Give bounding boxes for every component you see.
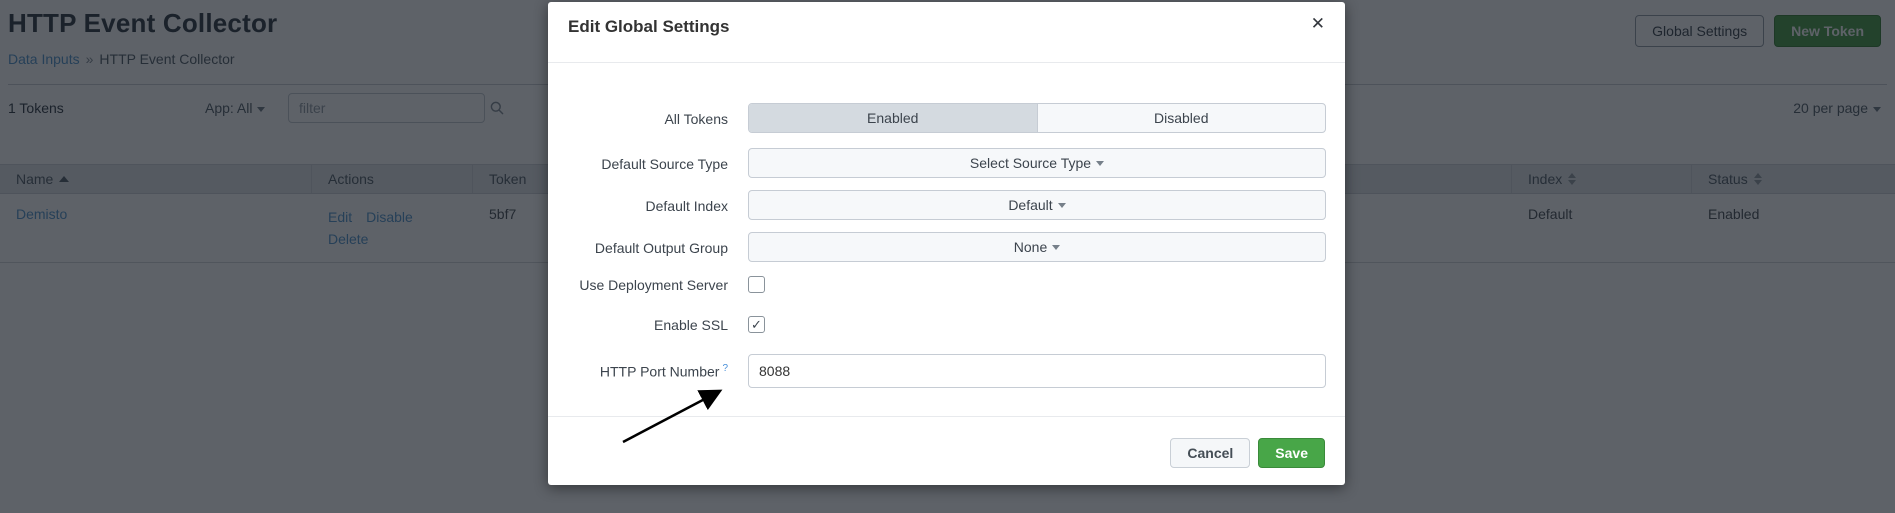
close-icon[interactable]: ✕	[1311, 15, 1325, 32]
save-button[interactable]: Save	[1258, 438, 1325, 468]
field-default-output-group: Default Output Group None	[548, 232, 1345, 262]
all-tokens-enabled-option[interactable]: Enabled	[749, 104, 1037, 132]
caret-down-icon	[1052, 245, 1060, 250]
field-all-tokens: All Tokens Enabled Disabled	[548, 103, 1345, 133]
all-tokens-label: All Tokens	[548, 111, 728, 127]
help-icon[interactable]: ?	[722, 363, 728, 374]
edit-global-settings-modal: Edit Global Settings ✕ All Tokens Enable…	[548, 2, 1345, 485]
modal-footer: Cancel Save	[1170, 438, 1325, 468]
modal-header-divider	[548, 62, 1345, 63]
default-output-group-dropdown[interactable]: None	[748, 232, 1326, 262]
all-tokens-toggle: Enabled Disabled	[748, 103, 1326, 133]
modal-title: Edit Global Settings	[568, 17, 730, 37]
caret-down-icon	[1096, 161, 1104, 166]
http-port-number-input[interactable]	[748, 354, 1326, 388]
all-tokens-disabled-option[interactable]: Disabled	[1037, 104, 1326, 132]
field-enable-ssl: Enable SSL ✓	[548, 316, 1345, 333]
default-index-label: Default Index	[548, 198, 728, 214]
field-default-source-type: Default Source Type Select Source Type	[548, 148, 1345, 178]
default-index-dropdown[interactable]: Default	[748, 190, 1326, 220]
field-http-port-number: HTTP Port Number?	[548, 354, 1345, 388]
enable-ssl-label: Enable SSL	[548, 317, 728, 333]
modal-footer-divider	[548, 416, 1345, 417]
default-source-type-dropdown[interactable]: Select Source Type	[748, 148, 1326, 178]
default-source-type-label: Default Source Type	[548, 156, 728, 172]
caret-down-icon	[1058, 203, 1066, 208]
field-default-index: Default Index Default	[548, 190, 1345, 220]
enable-ssl-checkbox[interactable]: ✓	[748, 316, 765, 333]
use-deployment-server-label: Use Deployment Server	[548, 277, 728, 293]
default-output-group-label: Default Output Group	[548, 240, 728, 256]
use-deployment-server-checkbox[interactable]	[748, 276, 765, 293]
http-port-number-label: HTTP Port Number?	[548, 363, 728, 380]
cancel-button[interactable]: Cancel	[1170, 438, 1250, 468]
field-use-deployment-server: Use Deployment Server	[548, 276, 1345, 293]
